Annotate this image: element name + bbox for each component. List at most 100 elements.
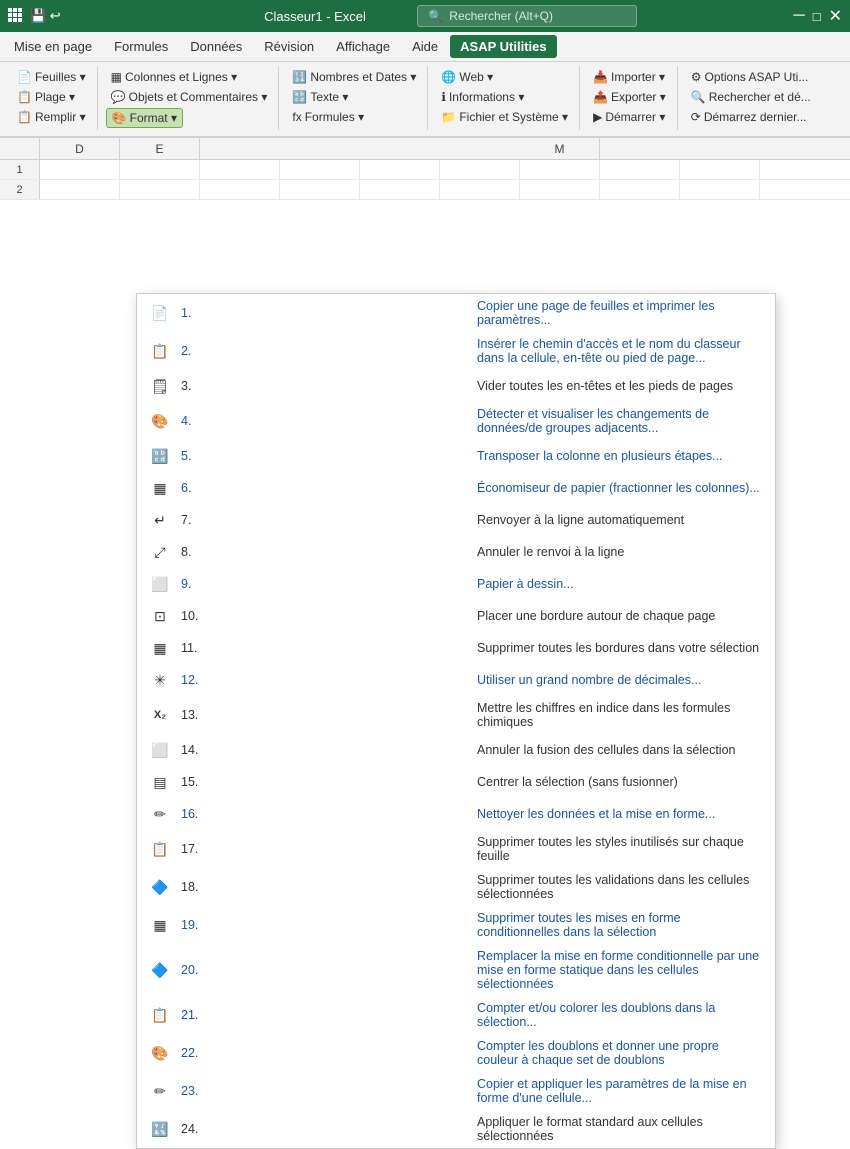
ribbon-btn-rechercher[interactable]: 🔍 Rechercher et dé...	[686, 88, 816, 106]
close-btn[interactable]: ✕	[829, 6, 842, 26]
menu-item-formules[interactable]: Formules	[104, 35, 178, 58]
dropdown-item-2[interactable]: 📋 2. Insérer le chemin d'accès et le nom…	[137, 332, 775, 370]
dropdown-item-15[interactable]: ▤ 15. Centrer la sélection (sans fusionn…	[137, 766, 775, 798]
ribbon-btn-informations[interactable]: ℹ Informations ▾	[436, 88, 529, 106]
ribbon-btn-fichier[interactable]: 📁 Fichier et Système ▾	[436, 108, 573, 126]
item-18-icon: 🔷	[149, 876, 171, 898]
table-row: 1	[0, 160, 850, 180]
dropdown-item-8[interactable]: ⤢ 8. Annuler le renvoi à la ligne	[137, 536, 775, 568]
menu-item-aide[interactable]: Aide	[402, 35, 448, 58]
item-23-label: Copier et appliquer les paramètres de la…	[477, 1077, 763, 1105]
search-box[interactable]: 🔍 Rechercher (Alt+Q)	[417, 5, 637, 27]
col-headers: D E M	[0, 138, 850, 160]
item-16-text: 16.	[181, 807, 467, 821]
ribbon-btn-feuilles[interactable]: 📄 Feuilles ▾	[12, 68, 91, 86]
dropdown-item-6[interactable]: ▦ 6. Économiseur de papier (fractionner …	[137, 472, 775, 504]
cell-j1[interactable]	[520, 160, 600, 179]
maximize-btn[interactable]: □	[813, 9, 821, 24]
ribbon-btn-format[interactable]: 🎨 Format ▾	[106, 108, 183, 128]
ribbon-btn-formules[interactable]: fx Formules ▾	[287, 108, 369, 126]
item-8-label: Annuler le renvoi à la ligne	[477, 545, 763, 559]
dropdown-item-18[interactable]: 🔷 18. Supprimer toutes les validations d…	[137, 868, 775, 906]
item-9-label: Papier à dessin...	[477, 577, 763, 591]
item-6-label: Économiseur de papier (fractionner les c…	[477, 481, 763, 495]
row-num-1: 1	[0, 160, 40, 179]
dropdown-item-1[interactable]: 📄 1. Copier une page de feuilles et impr…	[137, 294, 775, 332]
item-14-label: Annuler la fusion des cellules dans la s…	[477, 743, 763, 757]
dropdown-item-9[interactable]: ⬜ 9. Papier à dessin...	[137, 568, 775, 600]
grid-rows: 1 2	[0, 160, 850, 200]
ribbon-btn-importer[interactable]: 📥 Importer ▾	[588, 68, 670, 86]
cell-k1[interactable]	[600, 160, 680, 179]
colonnes-icon: ▦	[111, 70, 122, 84]
item-13-icon: X₂	[149, 704, 171, 726]
dropdown-item-19[interactable]: ▦ 19. Supprimer toutes les mises en form…	[137, 906, 775, 944]
cell-l1[interactable]	[680, 160, 760, 179]
item-10-text: 10.	[181, 609, 467, 623]
menu-item-affichage[interactable]: Affichage	[326, 35, 400, 58]
menu-item-donnees[interactable]: Données	[180, 35, 252, 58]
ribbon-btn-demarrer[interactable]: ▶ Démarrer ▾	[588, 108, 670, 126]
app-icon	[8, 8, 24, 24]
menu-item-mise-en-page[interactable]: Mise en page	[4, 35, 102, 58]
title-bar: 💾 ↩ Classeur1 - Excel 🔍 Rechercher (Alt+…	[0, 0, 850, 32]
dropdown-item-23[interactable]: ✏ 23. Copier et appliquer les paramètres…	[137, 1072, 775, 1110]
dropdown-item-4[interactable]: 🎨 4. Détecter et visualiser les changeme…	[137, 402, 775, 440]
dropdown-item-24[interactable]: 🔣 24. Appliquer le format standard aux c…	[137, 1110, 775, 1148]
dropdown-item-7[interactable]: ↵ 7. Renvoyer à la ligne automatiquement	[137, 504, 775, 536]
dropdown-item-10[interactable]: ⊡ 10. Placer une bordure autour de chaqu…	[137, 600, 775, 632]
options-icon: ⚙	[691, 70, 702, 84]
dropdown-item-11[interactable]: ▦ 11. Supprimer toutes les bordures dans…	[137, 632, 775, 664]
info-icon: ℹ	[441, 90, 446, 104]
dropdown-item-20[interactable]: 🔷 20. Remplacer la mise en forme conditi…	[137, 944, 775, 996]
ribbon-btn-colonnes[interactable]: ▦ Colonnes et Lignes ▾	[106, 68, 242, 86]
item-12-label: Utiliser un grand nombre de décimales...	[477, 673, 763, 687]
dropdown-item-22[interactable]: 🎨 22. Compter les doublons et donner une…	[137, 1034, 775, 1072]
menu-item-revision[interactable]: Révision	[254, 35, 324, 58]
dropdown-item-17[interactable]: 📋 17. Supprimer toutes les styles inutil…	[137, 830, 775, 868]
cell-h1[interactable]	[360, 160, 440, 179]
window-title: Classeur1 - Excel	[213, 9, 418, 24]
item-13-label: Mettre les chiffres en indice dans les f…	[477, 701, 763, 729]
dropdown-item-12[interactable]: ✳ 12. Utiliser un grand nombre de décima…	[137, 664, 775, 696]
item-19-text: 19.	[181, 918, 467, 932]
item-17-icon: 📋	[149, 838, 171, 860]
ribbon-btn-options-asap[interactable]: ⚙ Options ASAP Uti...	[686, 68, 814, 86]
cell-i1[interactable]	[440, 160, 520, 179]
dropdown-item-3[interactable]: 🗒 3. Vider toutes les en-têtes et les pi…	[137, 370, 775, 402]
row-header-corner	[0, 138, 40, 159]
item-23-text: 23.	[181, 1084, 467, 1098]
ribbon-btn-remplir[interactable]: 📋 Remplir ▾	[12, 108, 91, 126]
col-header-e: E	[120, 138, 200, 159]
ribbon-btn-plage[interactable]: 📋 Plage ▾	[12, 88, 80, 106]
minimize-btn[interactable]: ─	[793, 7, 804, 25]
cell-d1[interactable]	[40, 160, 120, 179]
item-1-icon: 📄	[149, 302, 171, 324]
dropdown-item-21[interactable]: 📋 21. Compter et/ou colorer les doublons…	[137, 996, 775, 1034]
menu-item-asap[interactable]: ASAP Utilities	[450, 35, 556, 58]
ribbon-group-2: ▦ Colonnes et Lignes ▾ 💬 Objets et Comme…	[100, 66, 280, 130]
item-17-label: Supprimer toutes les styles inutilisés s…	[477, 835, 763, 863]
dropdown-item-16[interactable]: ✏ 16. Nettoyer les données et la mise en…	[137, 798, 775, 830]
cell-f1[interactable]	[200, 160, 280, 179]
dropdown-item-14[interactable]: ⬜ 14. Annuler la fusion des cellules dan…	[137, 734, 775, 766]
ribbon-btn-nombres[interactable]: 🔢 Nombres et Dates ▾	[287, 68, 421, 86]
ribbon-btn-texte[interactable]: 🔡 Texte ▾	[287, 88, 353, 106]
cell-g1[interactable]	[280, 160, 360, 179]
item-7-text: 7.	[181, 513, 467, 527]
remplir-icon: 📋	[17, 110, 32, 124]
col-header-m: M	[520, 138, 600, 159]
ribbon-btn-demarrer-dernier[interactable]: ⟳ Démarrez dernier...	[686, 108, 812, 126]
dropdown-item-13[interactable]: X₂ 13. Mettre les chiffres en indice dan…	[137, 696, 775, 734]
exporter-icon: 📤	[593, 90, 608, 104]
item-21-label: Compter et/ou colorer les doublons dans …	[477, 1001, 763, 1029]
ribbon-btn-web[interactable]: 🌐 Web ▾	[436, 68, 498, 86]
cell-e1[interactable]	[120, 160, 200, 179]
item-5-text: 5.	[181, 449, 467, 463]
item-15-icon: ▤	[149, 771, 171, 793]
ribbon-btn-exporter[interactable]: 📤 Exporter ▾	[588, 88, 671, 106]
dropdown-item-5[interactable]: 🔡 5. Transposer la colonne en plusieurs …	[137, 440, 775, 472]
ribbon-btn-objets[interactable]: 💬 Objets et Commentaires ▾	[106, 88, 273, 106]
table-row: 2	[0, 180, 850, 200]
item-4-text: 4.	[181, 414, 467, 428]
